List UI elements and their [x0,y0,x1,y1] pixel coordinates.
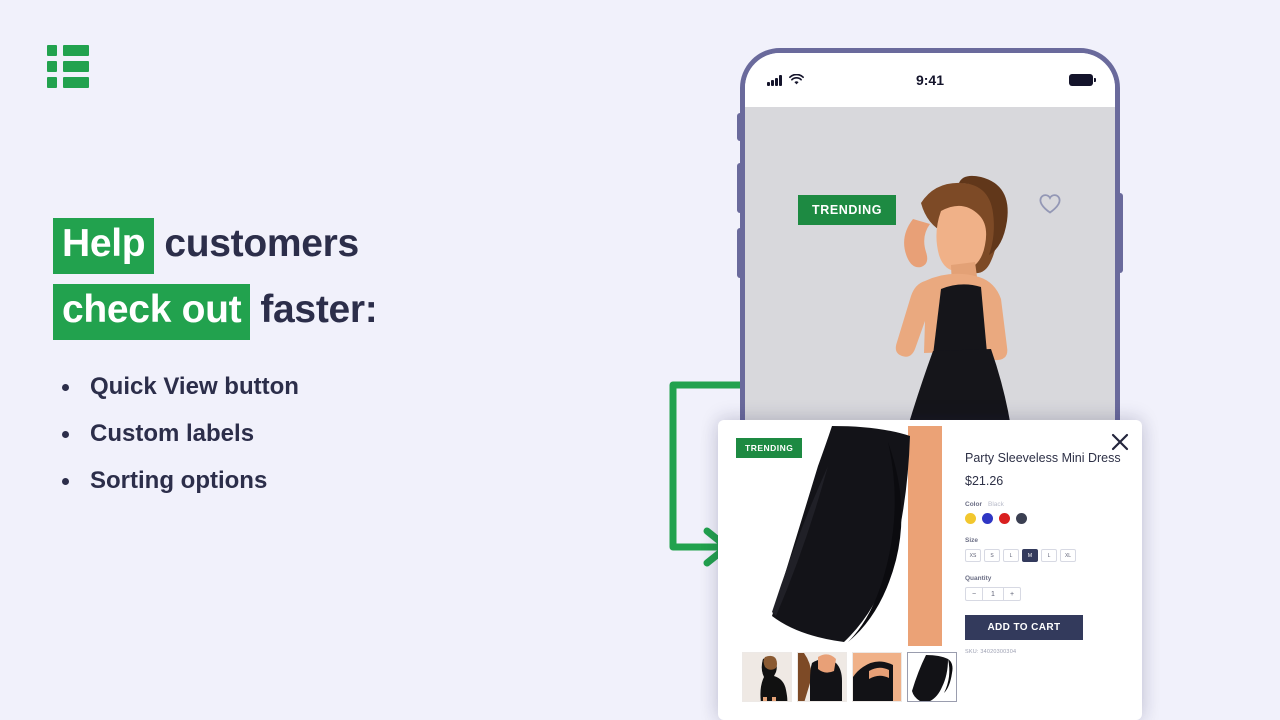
close-icon[interactable] [1110,432,1130,452]
product-price: $21.26 [965,474,1004,488]
add-to-cart-button[interactable]: ADD TO CART [965,615,1083,640]
list-item-label: Quick View button [90,373,299,400]
heart-outline-icon[interactable] [1038,193,1062,215]
phone-power-button[interactable] [1118,193,1123,273]
color-section-label: Color Black [965,501,1125,508]
phone-mute-button[interactable] [737,113,742,141]
logo-square-icon [47,77,57,88]
modal-product-details: Party Sleeveless Mini Dress $21.26 Color… [965,450,1125,655]
product-sku: SKU: 34020300304 [965,649,1017,655]
size-option-group: XS S L M L XL [965,549,1125,562]
phone-volume-up-button[interactable] [737,163,742,213]
dress-closeup-illustration [736,426,962,646]
slide-canvas: Help customers check out faster: Quick Vie… [0,0,1280,720]
headline-plain-customers: customers [164,222,359,265]
headline-plain-faster: faster: [260,288,378,331]
logo-square-icon [47,61,57,72]
size-option-l1[interactable]: L [1003,549,1019,562]
color-swatch-red[interactable] [999,513,1010,524]
brand-logo [47,45,89,89]
size-option-xs[interactable]: XS [965,549,981,562]
quick-view-modal: TRENDING Party Sleeveless Mini Dress $21… [718,420,1142,720]
logo-square-icon [47,45,57,56]
color-swatch-black[interactable] [1016,513,1027,524]
phone-volume-down-button[interactable] [737,228,742,278]
list-item: Sorting options [62,467,299,495]
thumb-full-dress[interactable] [742,652,792,702]
quantity-stepper: − 1 + [965,587,1021,601]
size-option-l2[interactable]: L [1041,549,1057,562]
size-option-s[interactable]: S [984,549,1000,562]
modal-product-image [736,426,962,646]
color-swatch-yellow[interactable] [965,513,976,524]
quantity-value[interactable]: 1 [983,587,1003,601]
bullet-dot-icon [62,383,69,391]
logo-row [47,61,89,72]
size-option-m[interactable]: M [1022,549,1038,562]
status-bar-time: 9:41 [915,72,945,88]
logo-bar-icon [63,61,89,72]
quantity-decrement-button[interactable]: − [965,587,983,601]
color-label: Color [965,501,982,508]
headline-line-1: Help customers [53,218,613,274]
product-title: Party Sleeveless Mini Dress [965,451,1121,465]
status-badge: TRENDING [798,195,897,225]
headline-highlight-checkout: check out [53,284,251,340]
bullet-dot-icon [62,477,69,485]
thumb-neckline[interactable] [852,652,902,702]
thumb-skirt[interactable] [907,652,957,702]
list-item: Quick View button [62,373,299,401]
color-swatch-group [965,513,1125,524]
size-option-xl[interactable]: XL [1060,549,1076,562]
quantity-increment-button[interactable]: + [1003,587,1021,601]
modal-status-badge: TRENDING [736,438,803,458]
bullet-dot-icon [62,430,69,438]
headline-line-2: check out faster: [53,284,613,340]
battery-icon [1069,74,1096,86]
quantity-label: Quantity [965,575,992,582]
color-swatch-blue[interactable] [982,513,993,524]
list-item-label: Custom labels [90,420,255,447]
logo-bar-icon [63,77,89,88]
thumbnail-strip [742,652,957,702]
logo-row [47,45,89,56]
headline-highlight-help: Help [53,218,155,274]
status-bar: 9:41 [745,53,1115,107]
headline: Help customers check out faster: [53,218,613,350]
list-item-label: Sorting options [90,467,268,494]
logo-row [47,77,89,88]
size-label: Size [965,537,979,544]
color-selected-value: Black [987,501,1004,508]
list-item: Custom labels [62,420,299,448]
thumb-upper-body[interactable] [797,652,847,702]
feature-list: Quick View button Custom labels Sorting … [62,373,299,514]
logo-bar-icon [63,45,89,56]
status-bar-right [1069,74,1096,86]
